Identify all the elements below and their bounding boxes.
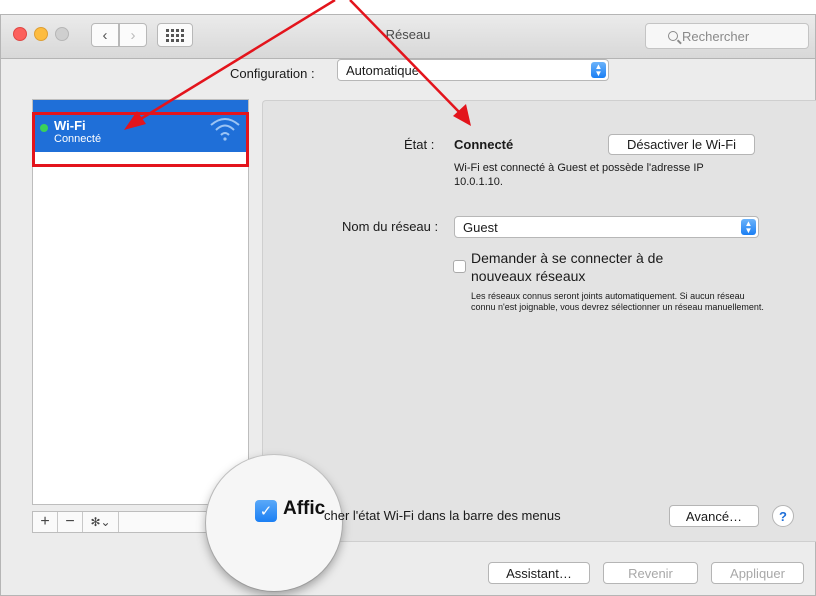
configuration-popup[interactable]: Automatique ▲ ▼ <box>337 59 609 81</box>
search-icon <box>668 31 678 41</box>
network-name-popup[interactable]: Guest ▲ ▼ <box>454 216 759 238</box>
ask-to-join-note: Les réseaux connus seront joints automat… <box>471 291 764 312</box>
advanced-button[interactable]: Avancé… <box>669 505 759 527</box>
show-in-menubar-checkbox[interactable]: ✓ <box>255 500 277 522</box>
network-name-value: Guest <box>463 219 498 235</box>
help-button[interactable]: ? <box>772 505 794 527</box>
checkmark-icon: ✓ <box>259 503 273 520</box>
magnifier-circle <box>206 455 342 591</box>
search-field[interactable]: Rechercher <box>645 23 809 49</box>
ask-to-join-label: Demander à se connecter à de nouveaux ré… <box>471 250 664 284</box>
apply-button[interactable]: Appliquer <box>711 562 804 584</box>
add-service-button[interactable]: + <box>33 512 58 532</box>
popup-arrows-icon: ▲ ▼ <box>591 62 606 78</box>
remove-service-button[interactable]: − <box>58 512 83 532</box>
ask-to-join-checkbox[interactable] <box>453 260 466 273</box>
disable-wifi-button[interactable]: Désactiver le Wi-Fi <box>608 134 755 155</box>
title-bar: ‹ › Réseau Rechercher <box>1 15 815 59</box>
annotation-highlight-box <box>32 112 249 167</box>
gear-menu-button[interactable]: ✻⌄ <box>83 512 119 532</box>
assistant-button[interactable]: Assistant… <box>488 562 590 584</box>
popup-arrows-icon: ▲ ▼ <box>741 219 756 235</box>
revert-button[interactable]: Revenir <box>603 562 698 584</box>
network-name-label: Nom du réseau : <box>342 219 439 234</box>
configuration-label: Configuration : <box>230 66 315 81</box>
show-in-menubar-label: cher l'état Wi-Fi dans la barre des menu… <box>324 508 561 523</box>
state-value: Connecté <box>454 137 514 152</box>
connection-description: Wi-Fi est connecté à Guest et possède l'… <box>454 162 704 188</box>
configuration-value: Automatique <box>346 62 419 78</box>
magnified-label: Affic <box>283 498 326 519</box>
search-placeholder: Rechercher <box>682 28 750 44</box>
state-label: État : <box>404 137 435 152</box>
